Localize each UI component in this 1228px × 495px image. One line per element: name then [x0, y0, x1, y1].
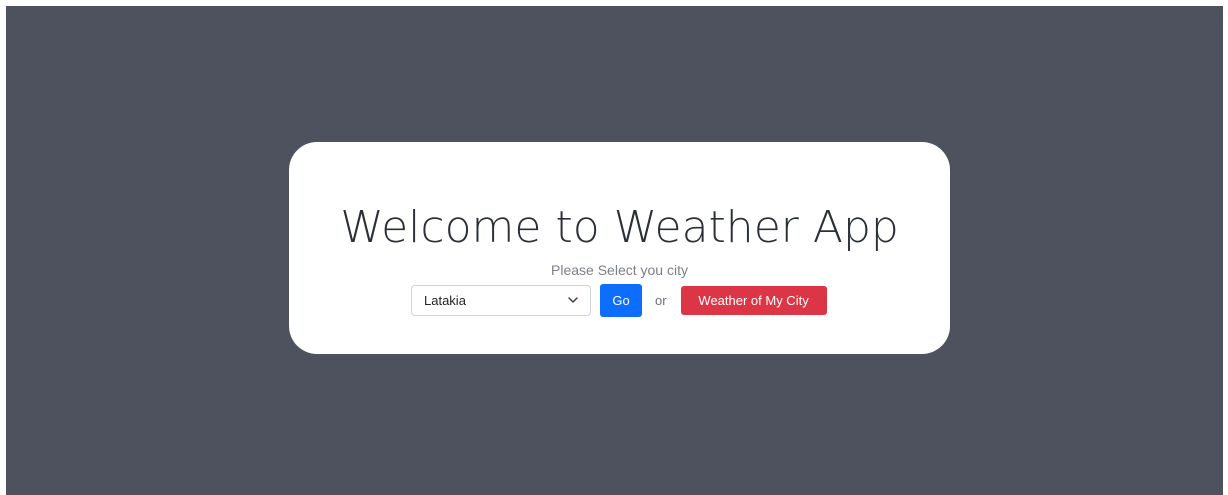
or-separator: or [655, 292, 667, 308]
city-controls: Latakia Go or Weather of My City [411, 281, 827, 319]
go-button[interactable]: Go [600, 283, 642, 317]
select-city-prompt: Please Select you city [551, 262, 688, 278]
city-select[interactable]: Latakia [411, 284, 591, 316]
chevron-down-icon [568, 296, 578, 303]
city-select-value: Latakia [424, 292, 466, 308]
welcome-card: Welcome to Weather App Please Select you… [289, 142, 950, 354]
weather-of-my-city-button[interactable]: Weather of My City [680, 285, 827, 315]
page-title: Welcome to Weather App [340, 202, 899, 253]
page-background: Welcome to Weather App Please Select you… [6, 6, 1223, 495]
